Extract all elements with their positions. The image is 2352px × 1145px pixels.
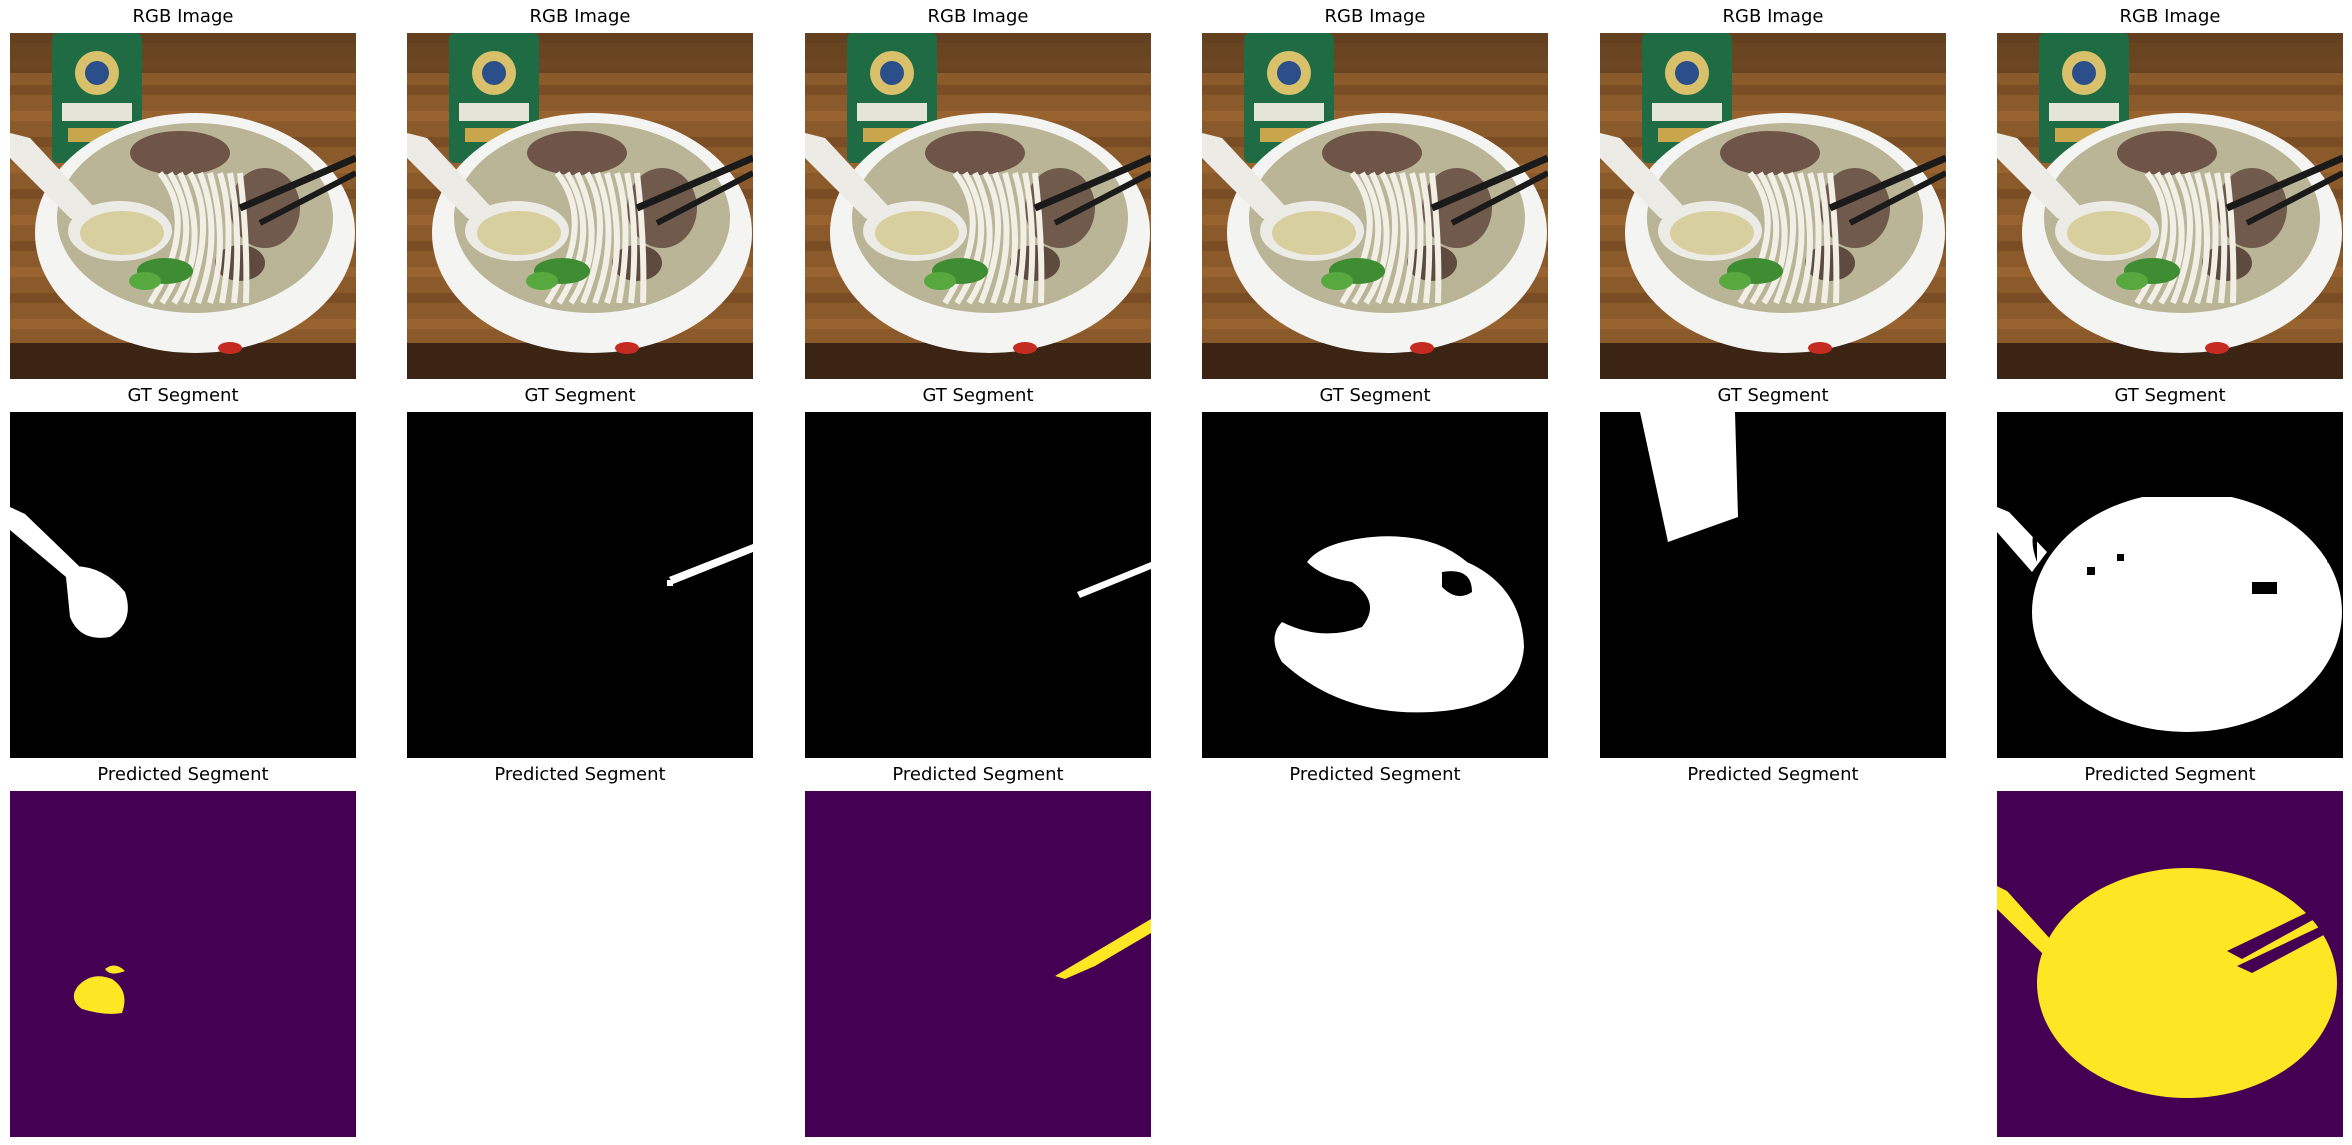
noodle-soup-photo [10, 33, 356, 379]
binary-mask-image [407, 412, 753, 758]
rgb-panel-title: RGB Image [1722, 6, 1824, 27]
predicted-mask-chopstick [805, 791, 1151, 1137]
empty-prediction-panel [1202, 791, 1548, 1137]
rgb-cell-2: RGB Image [407, 2, 753, 382]
gt-panel-title: GT Segment [922, 385, 1034, 406]
empty-prediction-panel [407, 791, 753, 1137]
pred-cell-1: Predicted Segment [10, 760, 356, 1140]
binary-mask-image [10, 412, 356, 758]
gt-mask-can [1600, 412, 1946, 758]
rgb-panel-title: RGB Image [927, 6, 1029, 27]
gt-cell-5: GT Segment [1600, 381, 1946, 761]
rgb-photo [805, 33, 1151, 379]
gt-mask-chopstick-thin-2 [805, 412, 1151, 758]
noodle-soup-photo [805, 33, 1151, 379]
binary-mask-image [1202, 412, 1548, 758]
gt-cell-1: GT Segment [10, 381, 356, 761]
gt-panel-title: GT Segment [524, 385, 636, 406]
rgb-photo [1202, 33, 1548, 379]
rgb-photo [10, 33, 356, 379]
rgb-cell-6: RGB Image [1997, 2, 2343, 382]
rgb-cell-1: RGB Image [10, 2, 356, 382]
gt-cell-4: GT Segment [1202, 381, 1548, 761]
gt-panel-title: GT Segment [1717, 385, 1829, 406]
gt-mask-spoon [10, 412, 356, 758]
predicted-mask-spoon-blob [10, 791, 356, 1137]
noodle-soup-photo [1600, 33, 1946, 379]
gt-mask-bowl [1997, 412, 2343, 758]
rgb-photo [1600, 33, 1946, 379]
predicted-mask-bowl [1997, 791, 2343, 1137]
rgb-cell-5: RGB Image [1600, 2, 1946, 382]
gt-panel-title: GT Segment [127, 385, 239, 406]
noodle-soup-photo [1202, 33, 1548, 379]
pred-panel-title: Predicted Segment [2084, 764, 2256, 785]
gt-mask-chopstick-thin [407, 412, 753, 758]
pred-cell-6: Predicted Segment [1997, 760, 2343, 1140]
rgb-photo [1997, 33, 2343, 379]
binary-mask-image [1997, 412, 2343, 758]
gt-panel-title: GT Segment [1319, 385, 1431, 406]
noodle-soup-photo [1997, 33, 2343, 379]
pred-panel-title: Predicted Segment [1687, 764, 1859, 785]
gt-panel-title: GT Segment [2114, 385, 2226, 406]
gt-mask-noodles [1202, 412, 1548, 758]
binary-mask-image [1600, 412, 1946, 758]
pred-cell-4: Predicted Segment [1202, 760, 1548, 1140]
rgb-panel-title: RGB Image [529, 6, 631, 27]
noodle-soup-photo [407, 33, 753, 379]
binary-mask-image [805, 412, 1151, 758]
rgb-panel-title: RGB Image [1324, 6, 1426, 27]
rgb-cell-3: RGB Image [805, 2, 1151, 382]
rgb-panel-title: RGB Image [132, 6, 234, 27]
pred-panel-title: Predicted Segment [494, 764, 666, 785]
pred-panel-title: Predicted Segment [97, 764, 269, 785]
pred-panel-title: Predicted Segment [892, 764, 1064, 785]
empty-prediction-panel [1600, 791, 1946, 1137]
predicted-mask-image [1997, 791, 2343, 1137]
rgb-photo [407, 33, 753, 379]
pred-cell-3: Predicted Segment [805, 760, 1151, 1140]
rgb-panel-title: RGB Image [2119, 6, 2221, 27]
gt-cell-2: GT Segment [407, 381, 753, 761]
gt-cell-3: GT Segment [805, 381, 1151, 761]
gt-cell-6: GT Segment [1997, 381, 2343, 761]
pred-cell-5: Predicted Segment [1600, 760, 1946, 1140]
predicted-mask-image [805, 791, 1151, 1137]
pred-panel-title: Predicted Segment [1289, 764, 1461, 785]
rgb-cell-4: RGB Image [1202, 2, 1548, 382]
pred-cell-2: Predicted Segment [407, 760, 753, 1140]
predicted-mask-image [10, 791, 356, 1137]
